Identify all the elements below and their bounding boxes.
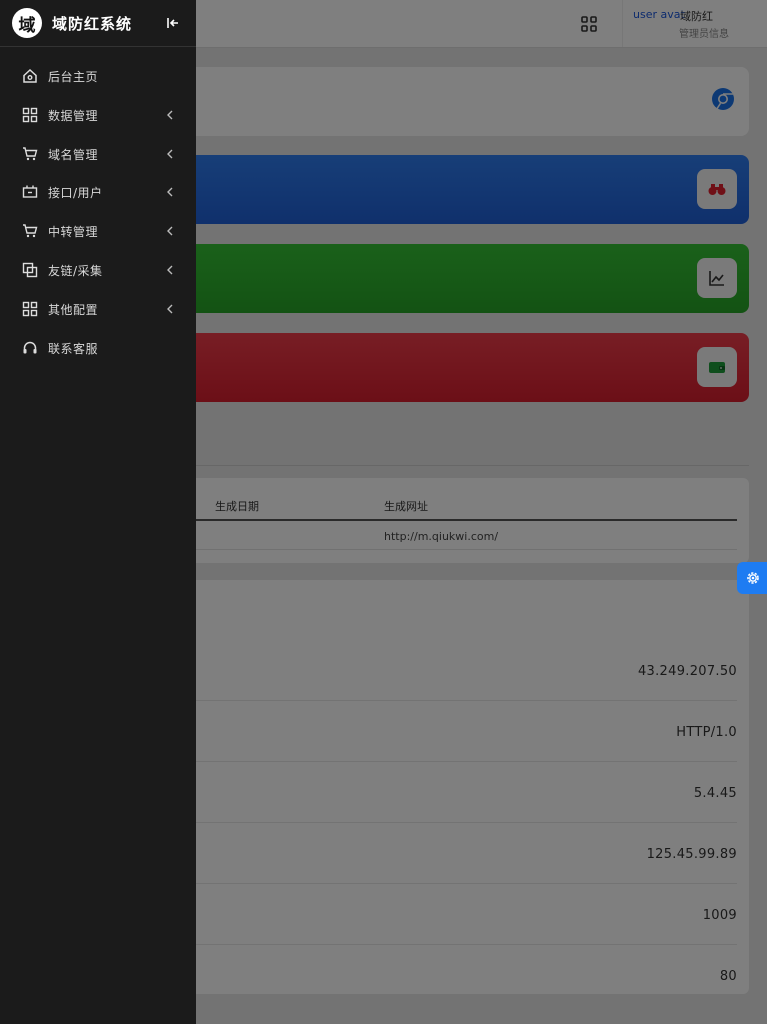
sidebar: 域 域防红系统 后台主页 数据管理 域名管理 接口/用户 中转管理 友链/采集 … bbox=[0, 0, 196, 1024]
copy-icon bbox=[22, 262, 38, 278]
brand-logo: 域 bbox=[12, 8, 42, 38]
cart-icon bbox=[23, 224, 38, 238]
brand-title: 域防红系统 bbox=[52, 15, 133, 33]
plug-icon bbox=[22, 185, 38, 199]
chevron-left-icon bbox=[167, 110, 173, 120]
brand-header: 域 域防红系统 bbox=[0, 0, 196, 47]
sidebar-item-other-config[interactable]: 其他配置 bbox=[0, 290, 196, 329]
grid-icon bbox=[22, 301, 38, 316]
headset-icon bbox=[23, 341, 37, 354]
sidebar-item-label: 联系客服 bbox=[48, 341, 99, 356]
collapse-sidebar-icon[interactable] bbox=[166, 16, 180, 30]
sidebar-item-contact-support[interactable]: 联系客服 bbox=[0, 329, 196, 368]
sidebar-item-relay-management[interactable]: 中转管理 bbox=[0, 212, 196, 251]
chevron-left-icon bbox=[167, 149, 173, 159]
grid-icon bbox=[22, 107, 38, 122]
home-icon bbox=[23, 68, 37, 83]
sidebar-item-api-users[interactable]: 接口/用户 bbox=[0, 173, 196, 212]
sidebar-item-label: 后台主页 bbox=[48, 70, 99, 84]
chevron-left-icon bbox=[167, 187, 173, 197]
chevron-left-icon bbox=[167, 265, 173, 275]
sidebar-item-domain-management[interactable]: 域名管理 bbox=[0, 135, 196, 174]
gear-icon bbox=[747, 572, 759, 584]
sidebar-item-label: 接口/用户 bbox=[48, 186, 103, 201]
theme-settings-button[interactable] bbox=[737, 562, 767, 594]
sidebar-item-dashboard[interactable]: 后台主页 bbox=[0, 57, 196, 96]
cart-icon bbox=[23, 146, 38, 160]
sidebar-item-label: 域名管理 bbox=[48, 147, 99, 162]
chevron-left-icon bbox=[167, 304, 173, 314]
sidebar-item-links-collect[interactable]: 友链/采集 bbox=[0, 251, 196, 290]
sidebar-item-label: 中转管理 bbox=[48, 225, 99, 240]
sidebar-item-data-management[interactable]: 数据管理 bbox=[0, 96, 196, 135]
sidebar-item-label: 其他配置 bbox=[48, 302, 99, 317]
sidebar-item-label: 数据管理 bbox=[48, 108, 99, 123]
sidebar-item-label: 友链/采集 bbox=[48, 263, 103, 278]
sidebar-menu: 后台主页 数据管理 域名管理 接口/用户 中转管理 友链/采集 其他配置 联系客… bbox=[0, 57, 196, 367]
chevron-left-icon bbox=[167, 226, 173, 236]
